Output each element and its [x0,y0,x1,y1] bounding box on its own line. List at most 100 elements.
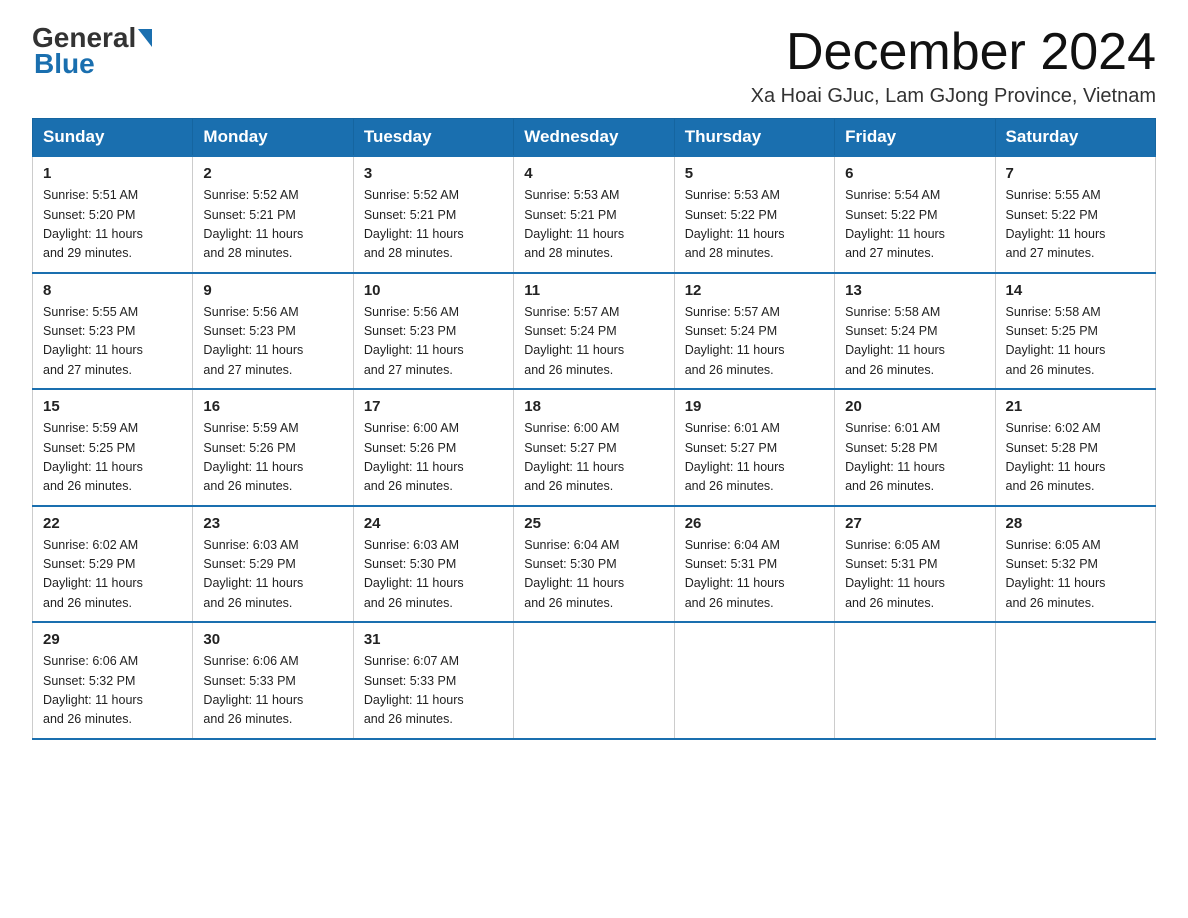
calendar-week-row: 15 Sunrise: 5:59 AMSunset: 5:25 PMDaylig… [33,389,1156,506]
logo-blue: Blue [34,48,95,80]
day-detail: Sunrise: 6:01 AMSunset: 5:27 PMDaylight:… [685,421,785,493]
day-number: 26 [685,515,824,532]
day-number: 31 [364,631,503,648]
calendar-cell [835,622,995,739]
day-detail: Sunrise: 5:51 AMSunset: 5:20 PMDaylight:… [43,188,143,260]
day-number: 27 [845,515,984,532]
day-detail: Sunrise: 5:57 AMSunset: 5:24 PMDaylight:… [685,305,785,377]
column-header-friday: Friday [835,119,995,157]
column-header-saturday: Saturday [995,119,1155,157]
calendar-cell: 26 Sunrise: 6:04 AMSunset: 5:31 PMDaylig… [674,506,834,623]
calendar-cell: 14 Sunrise: 5:58 AMSunset: 5:25 PMDaylig… [995,273,1155,390]
day-number: 2 [203,165,342,182]
day-detail: Sunrise: 6:04 AMSunset: 5:30 PMDaylight:… [524,538,624,610]
day-detail: Sunrise: 5:59 AMSunset: 5:25 PMDaylight:… [43,421,143,493]
calendar-cell: 28 Sunrise: 6:05 AMSunset: 5:32 PMDaylig… [995,506,1155,623]
calendar-week-row: 1 Sunrise: 5:51 AMSunset: 5:20 PMDayligh… [33,156,1156,273]
column-header-wednesday: Wednesday [514,119,674,157]
calendar-cell: 13 Sunrise: 5:58 AMSunset: 5:24 PMDaylig… [835,273,995,390]
calendar-cell: 4 Sunrise: 5:53 AMSunset: 5:21 PMDayligh… [514,156,674,273]
calendar-cell: 3 Sunrise: 5:52 AMSunset: 5:21 PMDayligh… [353,156,513,273]
day-detail: Sunrise: 6:03 AMSunset: 5:30 PMDaylight:… [364,538,464,610]
calendar-cell: 5 Sunrise: 5:53 AMSunset: 5:22 PMDayligh… [674,156,834,273]
column-header-sunday: Sunday [33,119,193,157]
calendar-week-row: 22 Sunrise: 6:02 AMSunset: 5:29 PMDaylig… [33,506,1156,623]
calendar-week-row: 8 Sunrise: 5:55 AMSunset: 5:23 PMDayligh… [33,273,1156,390]
calendar-cell: 16 Sunrise: 5:59 AMSunset: 5:26 PMDaylig… [193,389,353,506]
day-number: 23 [203,515,342,532]
day-detail: Sunrise: 5:54 AMSunset: 5:22 PMDaylight:… [845,188,945,260]
column-header-tuesday: Tuesday [353,119,513,157]
calendar-cell: 19 Sunrise: 6:01 AMSunset: 5:27 PMDaylig… [674,389,834,506]
calendar-week-row: 29 Sunrise: 6:06 AMSunset: 5:32 PMDaylig… [33,622,1156,739]
day-detail: Sunrise: 5:59 AMSunset: 5:26 PMDaylight:… [203,421,303,493]
day-number: 19 [685,398,824,415]
day-detail: Sunrise: 6:06 AMSunset: 5:32 PMDaylight:… [43,654,143,726]
day-number: 17 [364,398,503,415]
column-header-thursday: Thursday [674,119,834,157]
calendar-cell: 9 Sunrise: 5:56 AMSunset: 5:23 PMDayligh… [193,273,353,390]
day-detail: Sunrise: 5:58 AMSunset: 5:24 PMDaylight:… [845,305,945,377]
day-number: 24 [364,515,503,532]
day-number: 29 [43,631,182,648]
day-detail: Sunrise: 5:53 AMSunset: 5:21 PMDaylight:… [524,188,624,260]
day-number: 14 [1006,282,1145,299]
day-detail: Sunrise: 6:00 AMSunset: 5:26 PMDaylight:… [364,421,464,493]
calendar-cell: 27 Sunrise: 6:05 AMSunset: 5:31 PMDaylig… [835,506,995,623]
day-detail: Sunrise: 6:04 AMSunset: 5:31 PMDaylight:… [685,538,785,610]
calendar-cell: 8 Sunrise: 5:55 AMSunset: 5:23 PMDayligh… [33,273,193,390]
month-year-title: December 2024 [751,24,1156,81]
day-number: 10 [364,282,503,299]
day-number: 5 [685,165,824,182]
calendar-cell: 18 Sunrise: 6:00 AMSunset: 5:27 PMDaylig… [514,389,674,506]
day-number: 11 [524,282,663,299]
day-number: 21 [1006,398,1145,415]
location-text: Xa Hoai GJuc, Lam GJong Province, Vietna… [751,85,1156,108]
column-header-monday: Monday [193,119,353,157]
day-detail: Sunrise: 5:57 AMSunset: 5:24 PMDaylight:… [524,305,624,377]
calendar-cell: 25 Sunrise: 6:04 AMSunset: 5:30 PMDaylig… [514,506,674,623]
calendar-cell: 7 Sunrise: 5:55 AMSunset: 5:22 PMDayligh… [995,156,1155,273]
day-detail: Sunrise: 6:05 AMSunset: 5:32 PMDaylight:… [1006,538,1106,610]
day-detail: Sunrise: 5:55 AMSunset: 5:23 PMDaylight:… [43,305,143,377]
calendar-cell: 1 Sunrise: 5:51 AMSunset: 5:20 PMDayligh… [33,156,193,273]
day-detail: Sunrise: 5:56 AMSunset: 5:23 PMDaylight:… [364,305,464,377]
calendar-table: SundayMondayTuesdayWednesdayThursdayFrid… [32,118,1156,740]
day-number: 28 [1006,515,1145,532]
day-detail: Sunrise: 5:52 AMSunset: 5:21 PMDaylight:… [203,188,303,260]
calendar-cell [514,622,674,739]
day-detail: Sunrise: 5:56 AMSunset: 5:23 PMDaylight:… [203,305,303,377]
day-number: 4 [524,165,663,182]
day-detail: Sunrise: 6:05 AMSunset: 5:31 PMDaylight:… [845,538,945,610]
day-number: 3 [364,165,503,182]
day-number: 16 [203,398,342,415]
calendar-cell: 22 Sunrise: 6:02 AMSunset: 5:29 PMDaylig… [33,506,193,623]
day-detail: Sunrise: 6:02 AMSunset: 5:29 PMDaylight:… [43,538,143,610]
day-number: 30 [203,631,342,648]
day-number: 6 [845,165,984,182]
calendar-cell: 17 Sunrise: 6:00 AMSunset: 5:26 PMDaylig… [353,389,513,506]
day-detail: Sunrise: 6:07 AMSunset: 5:33 PMDaylight:… [364,654,464,726]
day-number: 9 [203,282,342,299]
day-detail: Sunrise: 5:52 AMSunset: 5:21 PMDaylight:… [364,188,464,260]
calendar-cell: 23 Sunrise: 6:03 AMSunset: 5:29 PMDaylig… [193,506,353,623]
day-number: 13 [845,282,984,299]
day-number: 8 [43,282,182,299]
calendar-cell: 31 Sunrise: 6:07 AMSunset: 5:33 PMDaylig… [353,622,513,739]
calendar-cell: 11 Sunrise: 5:57 AMSunset: 5:24 PMDaylig… [514,273,674,390]
day-detail: Sunrise: 6:02 AMSunset: 5:28 PMDaylight:… [1006,421,1106,493]
calendar-cell: 6 Sunrise: 5:54 AMSunset: 5:22 PMDayligh… [835,156,995,273]
calendar-cell: 12 Sunrise: 5:57 AMSunset: 5:24 PMDaylig… [674,273,834,390]
day-number: 20 [845,398,984,415]
calendar-cell: 10 Sunrise: 5:56 AMSunset: 5:23 PMDaylig… [353,273,513,390]
day-detail: Sunrise: 6:06 AMSunset: 5:33 PMDaylight:… [203,654,303,726]
day-detail: Sunrise: 5:53 AMSunset: 5:22 PMDaylight:… [685,188,785,260]
calendar-cell: 30 Sunrise: 6:06 AMSunset: 5:33 PMDaylig… [193,622,353,739]
day-detail: Sunrise: 6:00 AMSunset: 5:27 PMDaylight:… [524,421,624,493]
title-block: December 2024 Xa Hoai GJuc, Lam GJong Pr… [751,24,1156,108]
calendar-cell [674,622,834,739]
calendar-cell: 29 Sunrise: 6:06 AMSunset: 5:32 PMDaylig… [33,622,193,739]
logo-arrow-icon [138,29,152,47]
day-number: 25 [524,515,663,532]
calendar-cell: 21 Sunrise: 6:02 AMSunset: 5:28 PMDaylig… [995,389,1155,506]
